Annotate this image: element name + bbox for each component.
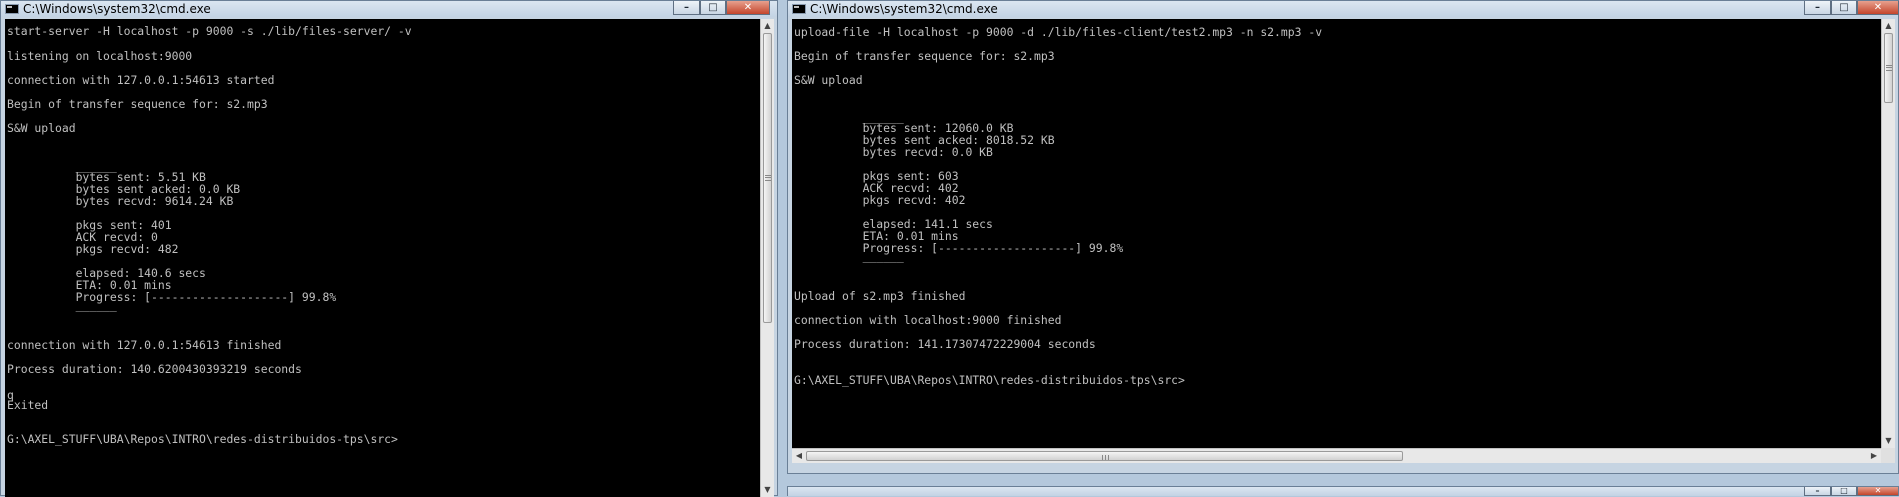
scroll-grip-icon: [764, 175, 771, 181]
console-line: Begin of transfer sequence for: s2.mp3: [794, 49, 1055, 63]
left-vertical-scrollbar[interactable]: ▲ ▼: [760, 19, 774, 497]
resize-grip[interactable]: [1881, 448, 1895, 463]
close-button[interactable]: ✕: [1857, 1, 1899, 15]
right-horizontal-scroll-thumb[interactable]: [806, 451, 1403, 461]
scroll-down-arrow-icon[interactable]: ▼: [1882, 434, 1895, 448]
console-line: connection with localhost:9000 finished: [794, 313, 1062, 327]
console-line: ______: [794, 249, 904, 263]
console-line: pkgs recvd: 402: [794, 193, 966, 207]
console-line: ______: [7, 298, 117, 312]
right-vertical-scroll-thumb[interactable]: [1884, 33, 1893, 103]
left-cmd-window[interactable]: C:\Windows\system32\cmd.exe – □ ✕ start-…: [0, 0, 778, 497]
console-line: connection with 127.0.0.1:54613 finished: [7, 338, 282, 352]
cmd-icon[interactable]: [792, 4, 806, 14]
scroll-up-arrow-icon[interactable]: ▲: [761, 19, 774, 33]
left-title-bar[interactable]: C:\Windows\system32\cmd.exe – □ ✕: [1, 1, 777, 17]
minimize-button[interactable]: –: [1804, 487, 1831, 496]
console-line: S&W upload: [7, 121, 76, 135]
minimize-button[interactable]: –: [1804, 1, 1831, 15]
right-cmd-window[interactable]: C:\Windows\system32\cmd.exe – □ ✕ upload…: [787, 0, 1899, 474]
console-line: start-server -H localhost -p 9000 -s ./l…: [7, 24, 412, 38]
console-line: Exited: [7, 398, 49, 412]
scroll-grip-icon: [1885, 65, 1892, 71]
maximize-button[interactable]: □: [700, 1, 726, 15]
right-horizontal-scrollbar[interactable]: ◀ ▶: [792, 448, 1881, 463]
console-line: pkgs recvd: 482: [7, 242, 179, 256]
console-line: G:\AXEL_STUFF\UBA\Repos\INTRO\redes-dist…: [794, 373, 1185, 387]
right-window-title: C:\Windows\system32\cmd.exe: [810, 2, 998, 16]
scroll-right-arrow-icon[interactable]: ▶: [1867, 449, 1881, 463]
console-line: Process duration: 141.17307472229004 sec…: [794, 337, 1096, 351]
console-line: bytes recvd: 9614.24 KB: [7, 194, 234, 208]
background-cmd-window[interactable]: – □ ✕: [787, 486, 1899, 496]
console-line: listening on localhost:9000: [7, 49, 193, 63]
console-line: Process duration: 140.6200430393219 seco…: [7, 362, 302, 376]
scroll-up-arrow-icon[interactable]: ▲: [1882, 19, 1895, 33]
scroll-grip-icon: [1101, 455, 1109, 460]
right-title-bar[interactable]: C:\Windows\system32\cmd.exe – □ ✕: [788, 1, 1899, 17]
minimize-button[interactable]: –: [673, 1, 700, 15]
left-window-title: C:\Windows\system32\cmd.exe: [23, 2, 211, 16]
close-button[interactable]: ✕: [1857, 487, 1898, 496]
scroll-down-arrow-icon[interactable]: ▼: [761, 483, 774, 497]
left-vertical-scroll-thumb[interactable]: [763, 33, 772, 323]
console-line: connection with 127.0.0.1:54613 started: [7, 73, 275, 87]
console-line: G:\AXEL_STUFF\UBA\Repos\INTRO\redes-dist…: [7, 432, 398, 446]
maximize-button[interactable]: □: [1831, 487, 1857, 496]
console-line: upload-file -H localhost -p 9000 -d ./li…: [794, 25, 1323, 39]
console-line: S&W upload: [794, 73, 863, 87]
console-line: Begin of transfer sequence for: s2.mp3: [7, 97, 268, 111]
scroll-left-arrow-icon[interactable]: ◀: [792, 449, 806, 463]
close-button[interactable]: ✕: [726, 1, 770, 15]
maximize-button[interactable]: □: [1831, 1, 1857, 15]
console-line: Upload of s2.mp3 finished: [794, 289, 966, 303]
console-line: bytes recvd: 0.0 KB: [794, 145, 993, 159]
right-vertical-scrollbar[interactable]: ▲ ▼: [1881, 19, 1895, 448]
cmd-icon[interactable]: [5, 4, 19, 14]
right-console-output[interactable]: upload-file -H localhost -p 9000 -d ./li…: [792, 19, 1881, 448]
left-console-output[interactable]: start-server -H localhost -p 9000 -s ./l…: [5, 19, 760, 497]
